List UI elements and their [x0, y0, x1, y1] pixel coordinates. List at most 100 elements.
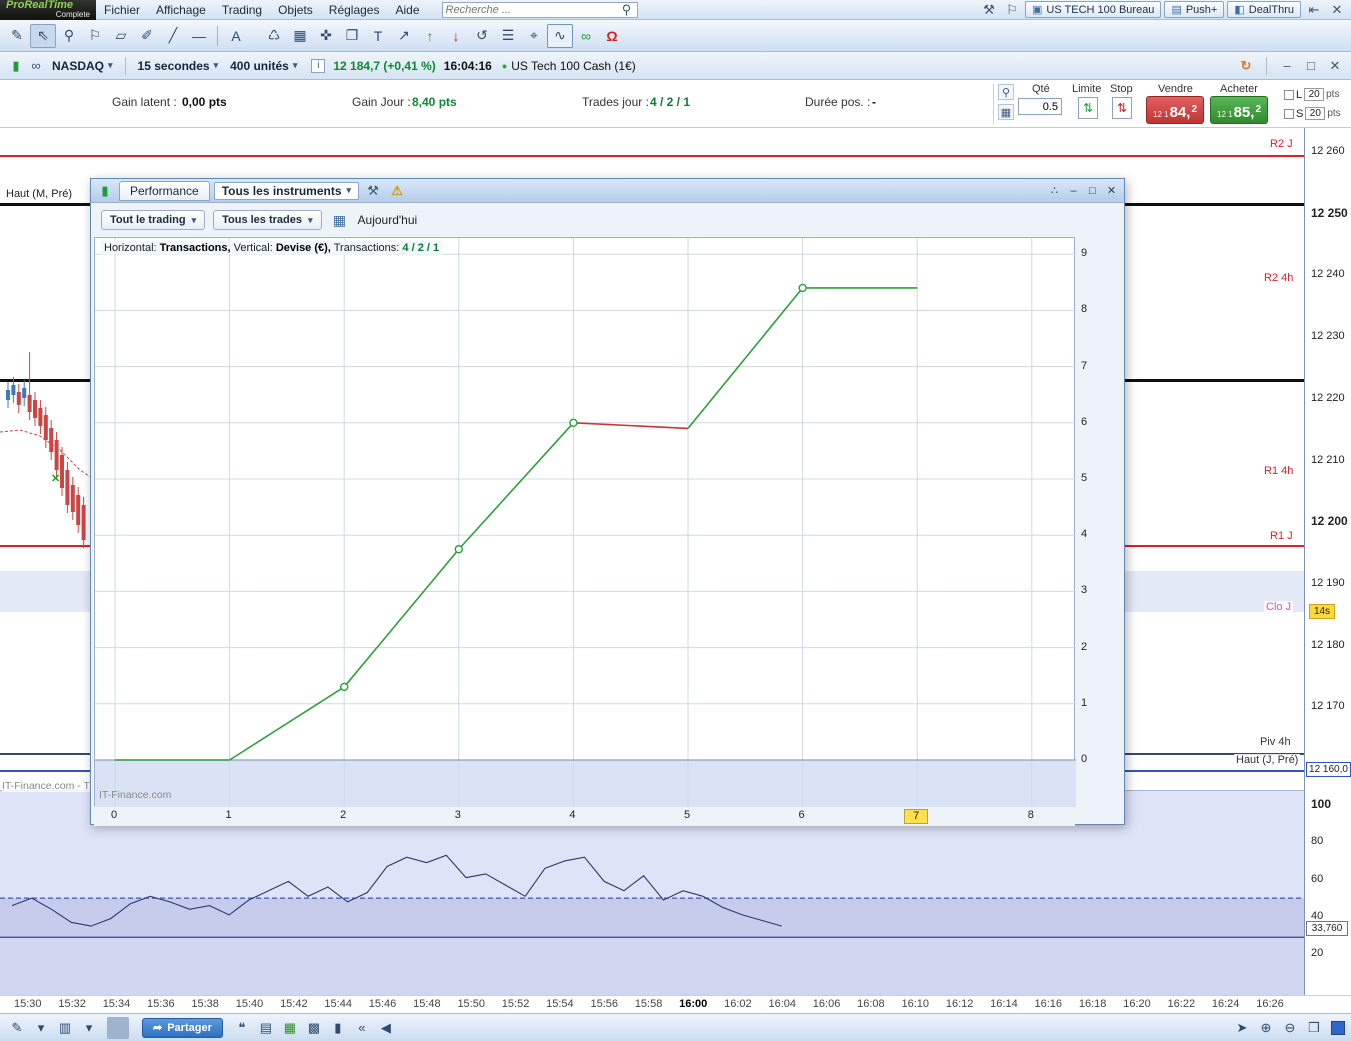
- info-icon[interactable]: i: [311, 58, 326, 73]
- menu-item[interactable]: Réglages: [321, 1, 388, 19]
- duplicate-icon[interactable]: ❐: [339, 24, 365, 48]
- push-button[interactable]: ▤ Push+: [1164, 1, 1225, 18]
- back-icon[interactable]: ◀: [375, 1017, 397, 1039]
- arrow-down-icon[interactable]: ↓: [443, 24, 469, 48]
- link-icon[interactable]: ∞: [573, 24, 599, 48]
- workspace-color-swatch[interactable]: [1331, 1020, 1345, 1035]
- performance-titlebar[interactable]: ▮ Performance Tous les instruments ▾ ⚒ ⚠…: [91, 179, 1124, 203]
- tools-icon[interactable]: ⚒: [979, 1, 999, 19]
- oscillator-ticks: 100 80 60 40 20: [1305, 128, 1351, 1013]
- price-axis[interactable]: 12 260 12 250 12 240 12 230 12 220 12 210 12 2…: [1304, 128, 1351, 1013]
- dealthru-button[interactable]: ◧ DealThru: [1227, 1, 1301, 18]
- close-icon[interactable]: ✕: [1327, 1, 1347, 19]
- instruments-dropdown[interactable]: Tous les instruments ▾: [213, 181, 360, 200]
- chevron-down-icon: ▾: [308, 214, 313, 225]
- menu-item[interactable]: Trading: [214, 1, 270, 19]
- refresh-icon[interactable]: ↻: [1236, 57, 1256, 75]
- separator[interactable]: [107, 1016, 129, 1039]
- pointer-icon[interactable]: ⇖: [30, 23, 56, 48]
- search-input[interactable]: [445, 3, 620, 16]
- picker-icon[interactable]: ✐: [134, 24, 160, 48]
- stop-checkbox[interactable]: [1284, 108, 1294, 119]
- search-box[interactable]: ⚲: [441, 1, 638, 19]
- chevron-down-icon[interactable]: ▾: [78, 1017, 100, 1039]
- warning-icon[interactable]: ⚠: [387, 182, 407, 200]
- collapse-icon[interactable]: «: [351, 1017, 373, 1039]
- workspace-button[interactable]: ▣ US TECH 100 Bureau: [1025, 1, 1162, 18]
- menu-item[interactable]: Objets: [270, 1, 321, 19]
- move-icon[interactable]: ✜: [313, 24, 339, 48]
- trendline-icon[interactable]: ╱: [160, 24, 186, 48]
- pan-icon[interactable]: ➤: [1231, 1017, 1253, 1039]
- share-button[interactable]: ➦ Partager: [142, 1017, 223, 1038]
- units-dropdown[interactable]: 400 unités ▾: [224, 56, 303, 76]
- limit-distance-value[interactable]: 20: [1304, 88, 1325, 101]
- text-icon[interactable]: T: [365, 24, 391, 48]
- chart-tools-icon[interactable]: ∿: [547, 23, 573, 48]
- time-axis[interactable]: 15:30 15:32 15:34 15:36 15:38 15:40 15:42 15:44…: [0, 995, 1351, 1013]
- watchlist-icon[interactable]: ☰: [495, 24, 521, 48]
- qty-input[interactable]: [1018, 98, 1062, 115]
- stop-order-icon[interactable]: ⇅: [1112, 97, 1132, 119]
- resize-icon[interactable]: ↗: [391, 24, 417, 48]
- note-icon[interactable]: ❝: [231, 1017, 253, 1039]
- instrument-bar: ▮ ∞ NASDAQ ▾ 15 secondes ▾ 400 unités ▾ …: [0, 52, 1351, 80]
- alarm-icon[interactable]: ⚐: [82, 24, 108, 48]
- timeframe-badge: 14s: [1309, 604, 1335, 619]
- pencil-icon[interactable]: ✎: [4, 24, 30, 48]
- trash-icon[interactable]: ♺: [261, 24, 287, 48]
- minimize-icon[interactable]: –: [1277, 57, 1297, 75]
- lasso-icon[interactable]: ↺: [469, 24, 495, 48]
- dock-icon[interactable]: ⇤: [1304, 1, 1324, 19]
- fit-icon[interactable]: ❒: [1303, 1017, 1325, 1039]
- spacer[interactable]: [249, 24, 261, 48]
- order-search-icon[interactable]: ⚲: [998, 84, 1014, 100]
- calculator-icon[interactable]: ▦: [998, 104, 1014, 120]
- timeframe-dropdown[interactable]: 15 secondes ▾: [132, 56, 225, 76]
- close-icon[interactable]: ✕: [1103, 183, 1120, 198]
- limit-checkbox[interactable]: [1284, 89, 1294, 100]
- stop-distance-value[interactable]: 20: [1305, 107, 1326, 120]
- table-icon[interactable]: ▦: [279, 1017, 301, 1039]
- layout-icon[interactable]: ▩: [303, 1017, 325, 1039]
- link-chain-icon[interactable]: ∞: [26, 57, 46, 75]
- tab-performance[interactable]: Performance: [119, 180, 210, 201]
- sell-button[interactable]: 12 1 84, 2: [1146, 96, 1204, 124]
- chart-style-icon[interactable]: ▥: [54, 1017, 76, 1039]
- notifications-icon[interactable]: ⚐: [1002, 1, 1022, 19]
- menu-item[interactable]: Affichage: [148, 1, 214, 19]
- maximize-icon[interactable]: □: [1301, 57, 1321, 75]
- chevron-down-icon[interactable]: ▾: [30, 1017, 52, 1039]
- share-icon[interactable]: ∴: [1046, 183, 1063, 198]
- zoom-out-icon[interactable]: ⊖: [1279, 1017, 1301, 1039]
- performance-chart[interactable]: Horizontal: Transactions, Vertical: Devi…: [94, 237, 1076, 807]
- oscillator-tick: 80: [1311, 835, 1324, 848]
- fibonacci-icon[interactable]: A: [223, 24, 249, 48]
- separator[interactable]: [217, 25, 218, 46]
- candles-icon[interactable]: ▮: [327, 1017, 349, 1039]
- pattern-icon[interactable]: ▦: [287, 24, 313, 48]
- close-icon[interactable]: ✕: [1325, 57, 1345, 75]
- limite-order-icon[interactable]: ⇅: [1078, 97, 1098, 119]
- menu-item[interactable]: Fichier: [96, 1, 148, 19]
- zoom-in-icon[interactable]: ⊕: [1255, 1017, 1277, 1039]
- time-tick: 15:32: [58, 998, 86, 1010]
- buy-button[interactable]: 12 1 85, 2: [1210, 96, 1268, 124]
- search-icon[interactable]: ⚲: [620, 1, 634, 19]
- draw-mode-icon[interactable]: ✎: [6, 1017, 28, 1039]
- wrench-icon[interactable]: ⚒: [363, 182, 383, 200]
- trades-filter-dropdown[interactable]: Tous les trades ▾: [213, 210, 322, 230]
- trading-filter-dropdown[interactable]: Tout le trading ▾: [101, 210, 206, 230]
- segment-icon[interactable]: —: [186, 24, 212, 48]
- maximize-icon[interactable]: □: [1084, 183, 1101, 198]
- menu-item[interactable]: Aide: [387, 1, 427, 19]
- target-icon[interactable]: ⌖: [521, 24, 547, 48]
- arrow-up-icon[interactable]: ↑: [417, 24, 443, 48]
- market-dropdown[interactable]: NASDAQ ▾: [46, 56, 119, 76]
- minimize-icon[interactable]: –: [1065, 183, 1082, 198]
- magnet-icon[interactable]: Ω: [599, 24, 625, 48]
- zoom-icon[interactable]: ⚲: [56, 24, 82, 48]
- eraser-icon[interactable]: ▱: [108, 24, 134, 48]
- calendar-icon[interactable]: ▦: [330, 211, 350, 229]
- page-icon[interactable]: ▤: [255, 1017, 277, 1039]
